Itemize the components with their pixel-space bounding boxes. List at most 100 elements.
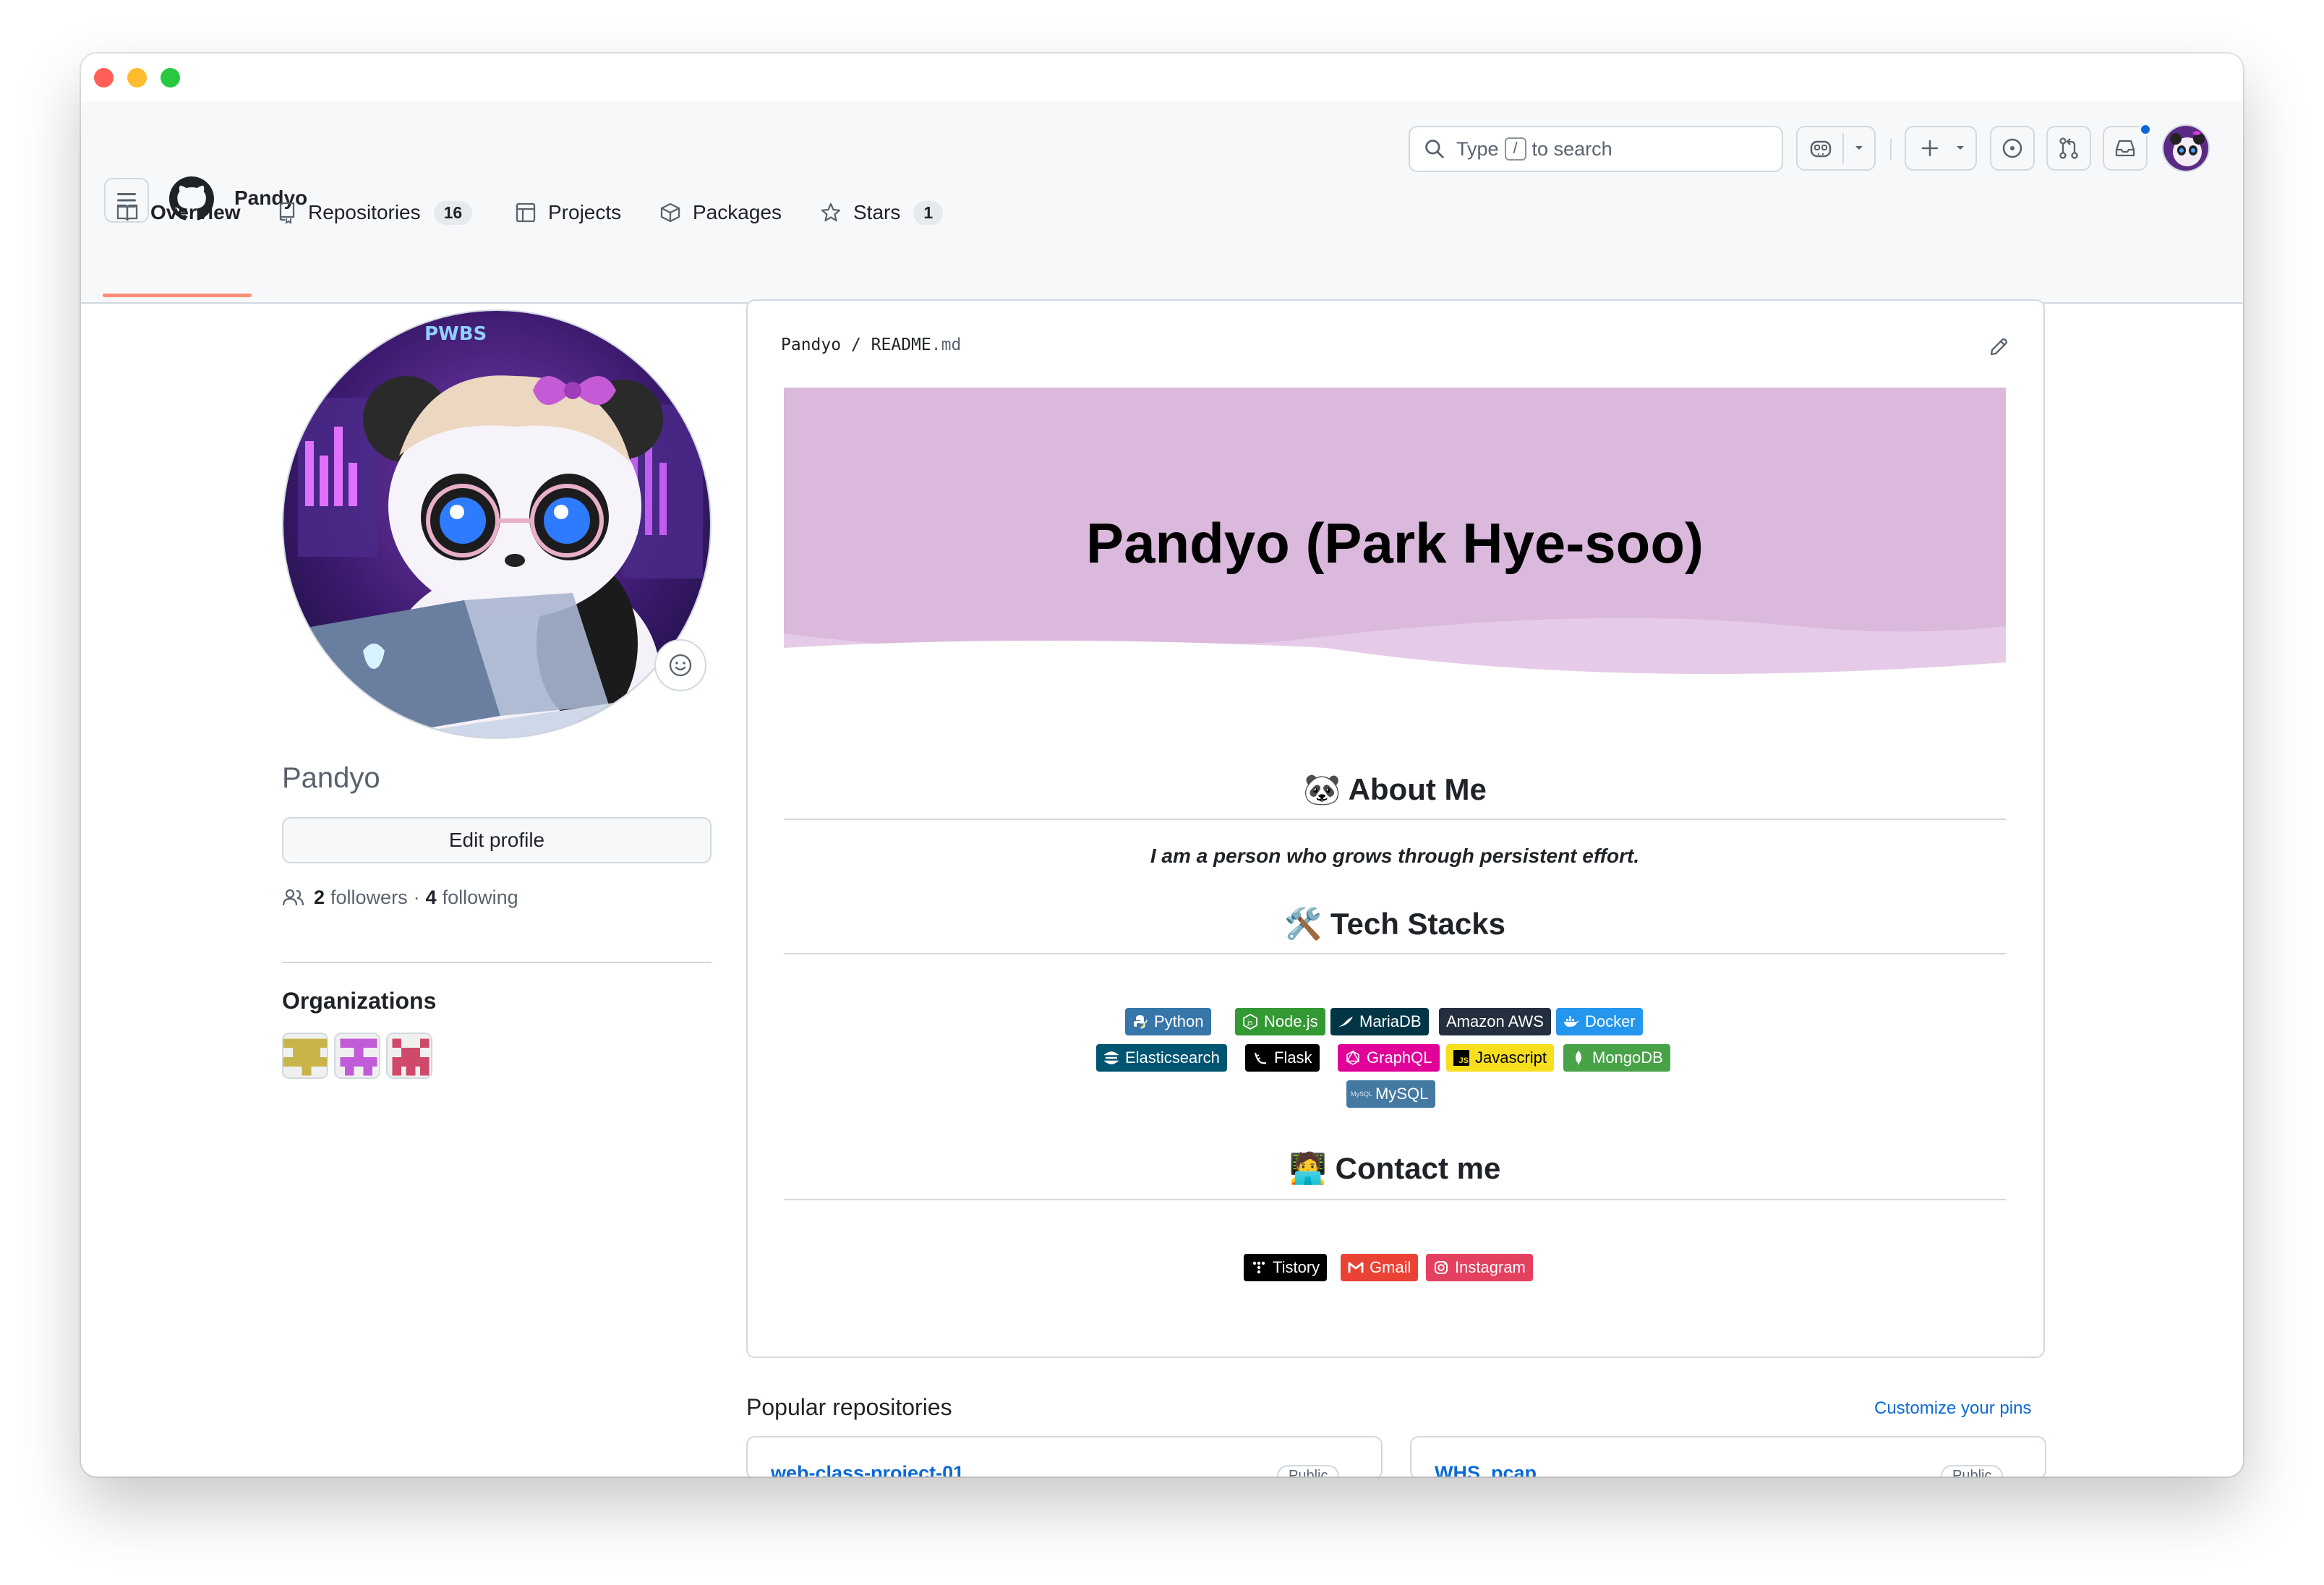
edit-profile-button[interactable]: Edit profile <box>282 817 712 863</box>
search-shortcut-key: / <box>1504 137 1526 161</box>
tab-label: Repositories <box>308 201 421 223</box>
contact-me-divider <box>784 1199 2006 1200</box>
graphql-icon <box>1345 1050 1361 1066</box>
copilot-button[interactable] <box>1796 126 1876 171</box>
issues-button[interactable] <box>1990 126 2035 171</box>
organization-avatar-1[interactable] <box>282 1033 328 1079</box>
zoom-window-button[interactable] <box>161 68 180 87</box>
tab-repositories[interactable]: Repositories 16 <box>278 191 473 234</box>
mariadb-icon <box>1338 1014 1354 1030</box>
sidebar-divider <box>282 962 712 963</box>
badge-label: Instagram <box>1455 1258 1526 1276</box>
pull-requests-button[interactable] <box>2046 126 2091 171</box>
elasticsearch-badge[interactable]: Elasticsearch <box>1096 1044 1227 1072</box>
javascript-badge[interactable]: JS Javascript <box>1446 1044 1555 1072</box>
readme-banner: Pandyo (Park Hye-soo) <box>784 388 2006 684</box>
tab-packages[interactable]: Packages <box>659 191 782 234</box>
badge-label: Docker <box>1585 1012 1636 1030</box>
repo-link-1[interactable]: web-class-project-01 <box>771 1462 964 1477</box>
about-me-divider <box>784 819 2006 820</box>
user-avatar-small[interactable] <box>2162 124 2210 172</box>
badge-label: Python <box>1154 1012 1204 1030</box>
set-status-button[interactable] <box>654 639 706 691</box>
about-me-heading: 🐼 About Me <box>784 772 2006 808</box>
chevron-down-icon <box>1855 146 1863 150</box>
badge-label: Tistory <box>1273 1258 1320 1276</box>
identicon-icon <box>283 1034 327 1077</box>
identicon-icon <box>336 1034 379 1077</box>
star-icon <box>821 202 841 222</box>
repo-icon <box>279 202 295 224</box>
technologist-emoji-icon: 🧑‍💻 <box>1289 1151 1327 1185</box>
tistory-badge[interactable]: Tistory <box>1244 1254 1328 1281</box>
close-window-button[interactable] <box>94 68 114 87</box>
flask-icon <box>1252 1050 1268 1066</box>
mongodb-badge[interactable]: MongoDB <box>1563 1044 1670 1072</box>
create-new-button[interactable] <box>1905 126 1977 171</box>
docker-badge[interactable]: Docker <box>1556 1008 1643 1035</box>
readme-crumb-user[interactable]: Pandyo <box>781 336 841 354</box>
notification-dot <box>2139 123 2152 136</box>
avatar-image <box>2163 126 2208 171</box>
badge-label: MariaDB <box>1359 1012 1422 1030</box>
nodejs-badge[interactable]: js Node.js <box>1235 1008 1325 1035</box>
profile-username: Pandyo <box>282 762 380 794</box>
badge-label: Gmail <box>1370 1258 1411 1276</box>
followers-link[interactable]: followers <box>330 887 408 909</box>
minimize-window-button[interactable] <box>127 68 147 87</box>
follow-separator: · <box>413 887 420 908</box>
tab-stars[interactable]: Stars 1 <box>820 191 944 234</box>
edit-readme-pencil-icon[interactable] <box>1987 336 2010 359</box>
header-divider <box>1890 139 1892 161</box>
instagram-badge[interactable]: Instagram <box>1426 1254 1533 1281</box>
tab-label: Packages <box>693 201 782 223</box>
follow-stats: 2 followers · 4 following <box>282 887 518 909</box>
nodejs-icon: js <box>1242 1014 1258 1030</box>
title-bar <box>81 54 2243 101</box>
popular-repositories-title: Popular repositories <box>746 1394 952 1420</box>
issue-opened-icon <box>2002 138 2022 158</box>
following-count[interactable]: 4 <box>426 887 437 909</box>
search-suffix: to search <box>1531 137 1612 160</box>
inbox-icon <box>2115 140 2135 157</box>
gmail-badge[interactable]: Gmail <box>1341 1254 1419 1281</box>
banner-title: Pandyo (Park Hye-soo) <box>1086 511 1704 575</box>
tab-label: Overview <box>150 201 241 223</box>
chevron-down-icon <box>1957 146 1964 150</box>
mysql-icon: MySQL <box>1351 1090 1373 1098</box>
following-link[interactable]: following <box>443 887 518 909</box>
book-icon <box>116 204 138 221</box>
profile-avatar[interactable]: PWBS <box>282 309 712 739</box>
python-icon <box>1132 1014 1148 1030</box>
search-input[interactable]: Type / to search <box>1409 126 1783 172</box>
mysql-badge[interactable]: MySQL MySQL <box>1346 1080 1436 1108</box>
people-icon <box>282 889 304 905</box>
badge-label: Elasticsearch <box>1125 1048 1220 1067</box>
flask-badge[interactable]: Flask <box>1245 1044 1320 1072</box>
repo-link-2[interactable]: WHS_pcap <box>1435 1462 1537 1477</box>
package-icon <box>660 202 680 223</box>
tab-overview[interactable]: Overview <box>116 191 241 234</box>
aws-badge[interactable]: Amazon AWS <box>1439 1008 1551 1035</box>
github-header: Pandyo Type / to search Overview Reposit… <box>81 101 2243 304</box>
contact-me-title: Contact me <box>1335 1151 1501 1185</box>
organization-avatar-3[interactable] <box>386 1033 432 1079</box>
customize-pins-link[interactable]: Customize your pins <box>1874 1398 2031 1419</box>
table-icon <box>516 202 536 223</box>
plus-icon <box>1921 140 1939 157</box>
readme-breadcrumb: Pandyo / README.md <box>781 336 961 354</box>
search-icon <box>1425 140 1444 158</box>
python-badge[interactable]: Python <box>1125 1008 1211 1035</box>
mariadb-badge[interactable]: MariaDB <box>1330 1008 1429 1035</box>
badge-label: Flask <box>1274 1048 1312 1067</box>
git-pull-request-icon <box>2059 137 2078 159</box>
stars-count: 1 <box>913 200 944 225</box>
organization-avatar-2[interactable] <box>334 1033 380 1079</box>
svg-text:js: js <box>1247 1020 1253 1027</box>
readme-crumb-ext: .md <box>931 336 962 354</box>
tab-projects[interactable]: Projects <box>515 191 621 234</box>
smiley-icon <box>669 654 692 677</box>
graphql-badge[interactable]: GraphQL <box>1338 1044 1440 1072</box>
repo-visibility-badge-1: Public <box>1277 1465 1340 1477</box>
followers-count[interactable]: 2 <box>314 887 325 909</box>
